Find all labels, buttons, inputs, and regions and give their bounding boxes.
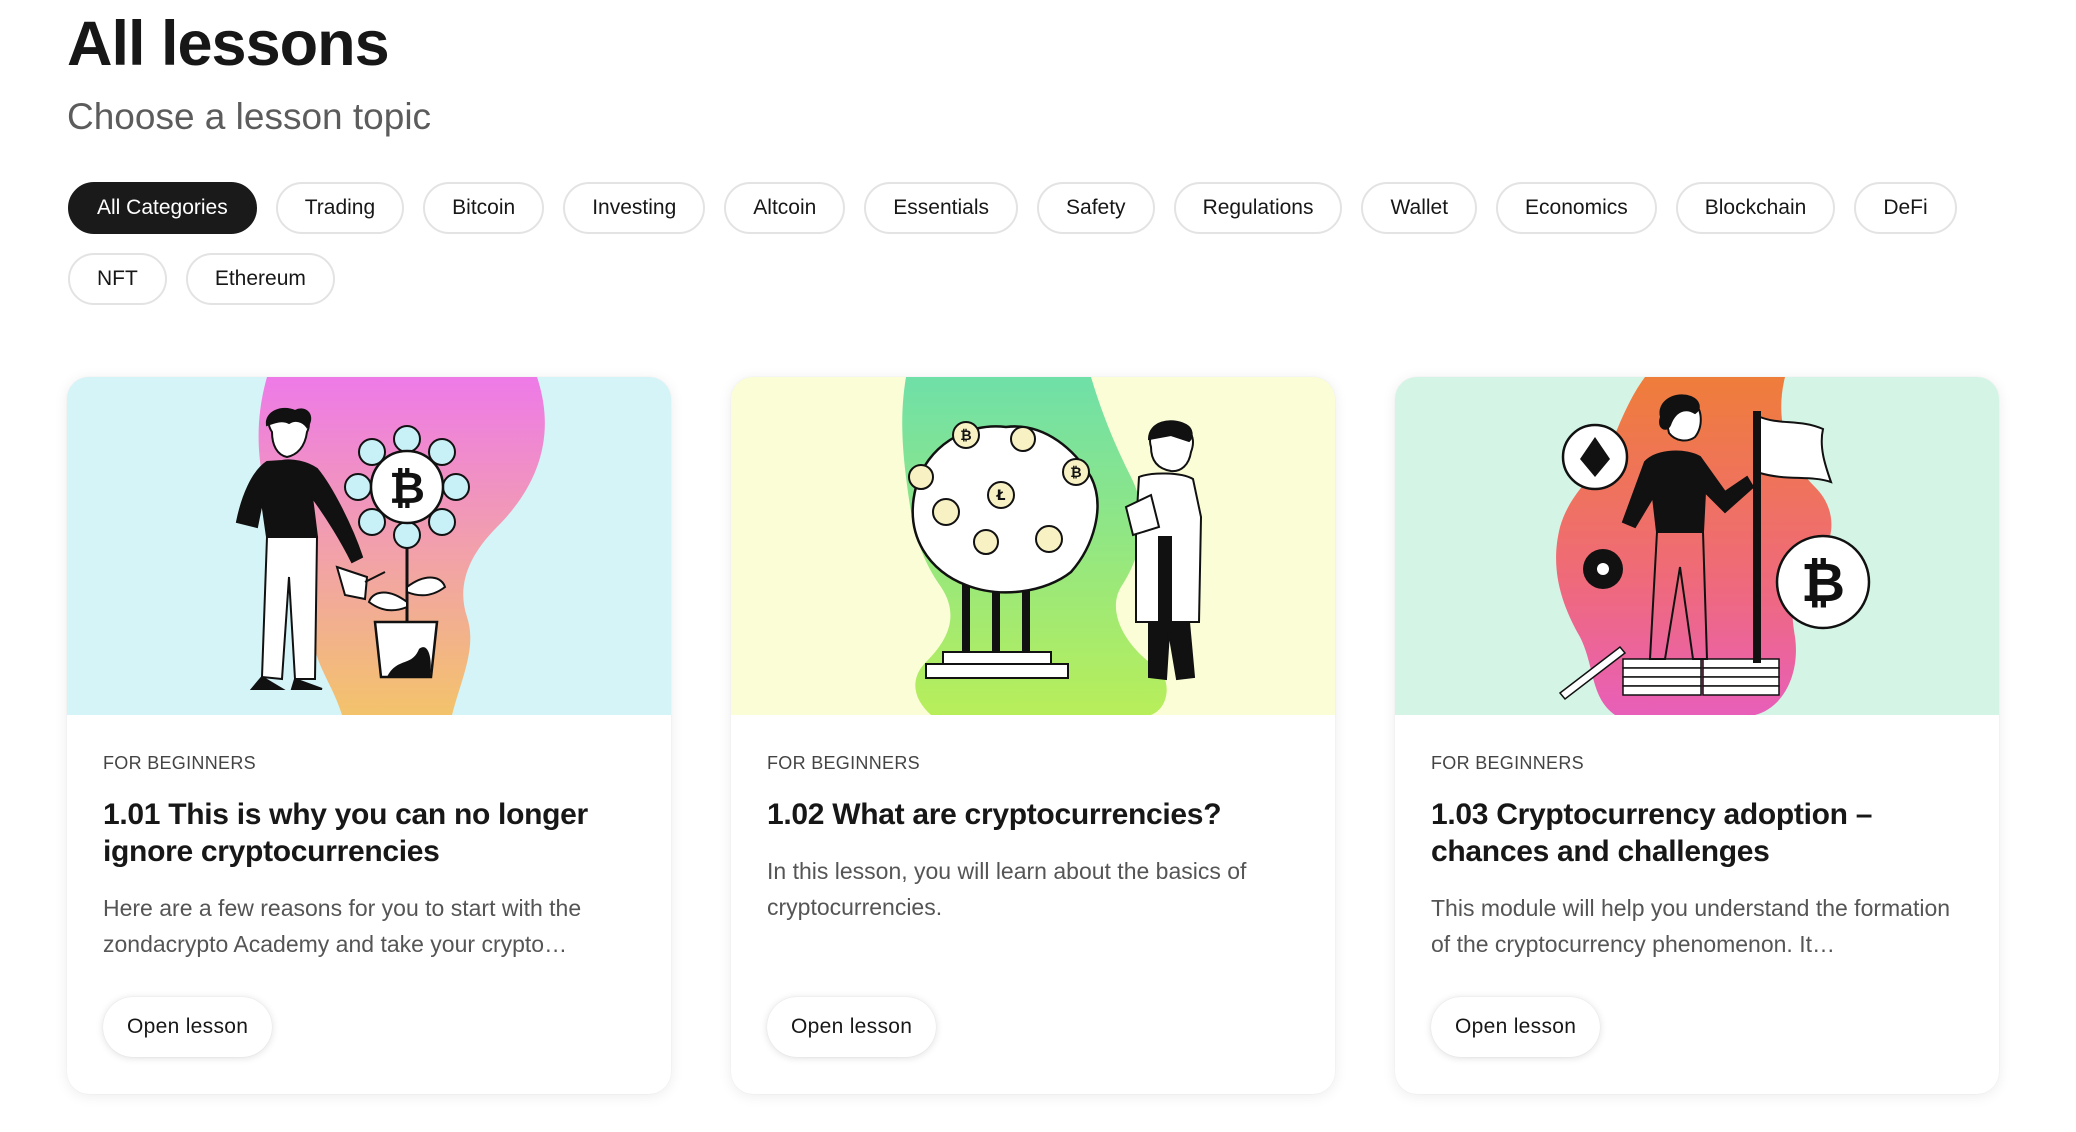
svg-text:₿: ₿ [960, 428, 971, 444]
category-chip-investing[interactable]: Investing [563, 182, 706, 234]
category-chip-wallet[interactable]: Wallet [1361, 182, 1478, 234]
svg-text:₿: ₿ [389, 463, 425, 514]
lesson-title[interactable]: 1.01 This is why you can no longer ignor… [103, 796, 635, 870]
ethereum-icon [1561, 423, 1629, 491]
lesson-title[interactable]: 1.03 Cryptocurrency adoption – chances a… [1431, 796, 1963, 870]
svg-text:₿: ₿ [1801, 551, 1845, 614]
category-chip-regulations[interactable]: Regulations [1173, 182, 1343, 234]
lesson-illustration: ₿ ₿ Ł [731, 377, 1335, 715]
lesson-illustration: ₿ [67, 377, 671, 715]
lesson-level: FOR BEGINNERS [103, 753, 256, 773]
page-subtitle: Choose a lesson topic [67, 96, 432, 137]
page-title: All lessons [67, 9, 390, 79]
category-chip-all[interactable]: All Categories [68, 182, 257, 234]
svg-text:Ł: Ł [996, 488, 1006, 504]
lesson-level: FOR BEGINNERS [1431, 753, 1584, 773]
category-chip-altcoin[interactable]: Altcoin [724, 182, 846, 234]
lesson-level: FOR BEGINNERS [767, 753, 920, 773]
lesson-illustration: ₿ [1395, 377, 1999, 715]
category-chip-bitcoin[interactable]: Bitcoin [423, 182, 545, 234]
category-chip-blockchain[interactable]: Blockchain [1675, 182, 1836, 234]
category-chip-essentials[interactable]: Essentials [864, 182, 1019, 234]
category-filter: All Categories Trading Bitcoin Investing… [68, 182, 1968, 305]
open-lesson-button[interactable]: Open lesson [1431, 997, 1601, 1057]
bitcoin-icon: ₿ [1775, 534, 1871, 630]
bitcoin-icon: ₿ [369, 449, 445, 525]
category-chip-ethereum[interactable]: Ethereum [185, 253, 335, 305]
category-chip-trading[interactable]: Trading [275, 182, 405, 234]
lesson-card-list: ₿ FOR BEGINNERS 1.01 This is why you can… [67, 377, 1999, 1094]
lesson-description: In this lesson, you will learn about the… [767, 858, 1247, 920]
cardano-icon [1583, 549, 1623, 589]
lesson-description: This module will help you understand the… [1431, 895, 1951, 957]
lesson-card[interactable]: ₿ ₿ Ł FOR BEGINNERS 1.02 What are crypto… [731, 377, 1335, 1094]
lesson-title[interactable]: 1.02 What are cryptocurrencies? [767, 796, 1299, 833]
lesson-card[interactable]: ₿ FOR BEGINNERS 1.03 Cryptocurrency adop… [1395, 377, 1999, 1094]
lesson-card[interactable]: ₿ FOR BEGINNERS 1.01 This is why you can… [67, 377, 671, 1094]
category-chip-nft[interactable]: NFT [68, 253, 167, 305]
open-lesson-button[interactable]: Open lesson [103, 997, 273, 1057]
category-chip-defi[interactable]: DeFi [1854, 182, 1957, 234]
lesson-description: Here are a few reasons for you to start … [103, 895, 582, 957]
category-chip-safety[interactable]: Safety [1037, 182, 1155, 234]
category-chip-economics[interactable]: Economics [1496, 182, 1657, 234]
open-lesson-button[interactable]: Open lesson [767, 997, 937, 1057]
svg-text:₿: ₿ [1070, 465, 1081, 481]
